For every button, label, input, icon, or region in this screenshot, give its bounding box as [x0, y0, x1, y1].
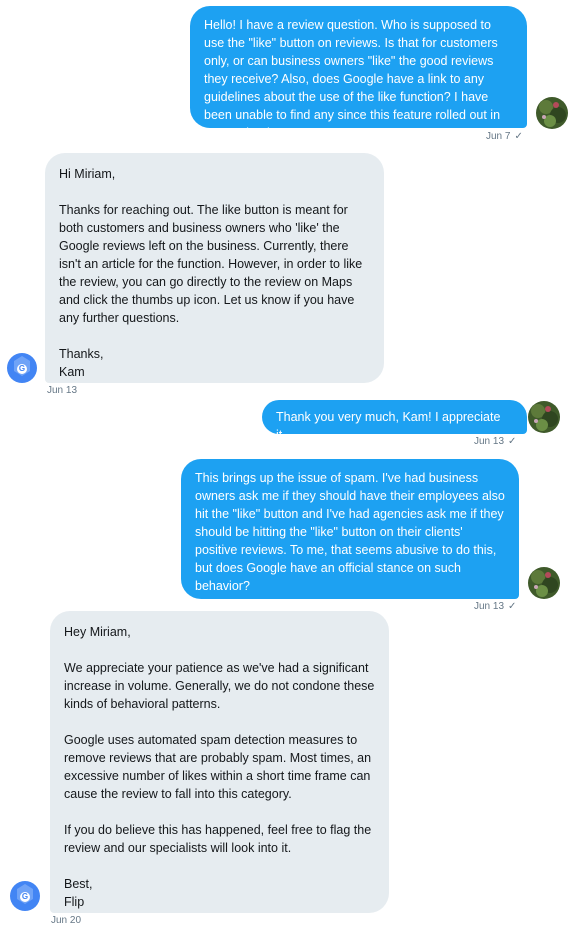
checkmark-icon: ✓	[508, 436, 517, 447]
message-bubble-sent[interactable]: This brings up the issue of spam. I've h…	[181, 459, 519, 599]
user-avatar[interactable]	[536, 97, 568, 129]
timestamp-text: Jun 7	[486, 131, 511, 142]
timestamp-text: Jun 13	[474, 601, 505, 612]
g-logo-icon: G	[20, 892, 30, 902]
message-timestamp: Jun 20	[51, 915, 81, 926]
user-avatar[interactable]	[528, 567, 560, 599]
timestamp-text: Jun 13	[474, 436, 505, 447]
timestamp-text: Jun 20	[51, 915, 82, 926]
google-avatar[interactable]: G	[10, 881, 40, 911]
message-timestamp: Jun 7 ✓	[486, 131, 523, 142]
message-timestamp: Jun 13 ✓	[474, 436, 516, 447]
message-timestamp: Jun 13 ✓	[474, 601, 516, 612]
message-bubble-sent[interactable]: Hello! I have a review question. Who is …	[190, 6, 527, 140]
user-avatar[interactable]	[528, 401, 560, 433]
checkmark-icon: ✓	[508, 601, 517, 612]
google-avatar[interactable]: G	[7, 353, 37, 383]
message-bubble-sent[interactable]: Thank you very much, Kam! I appreciate i…	[262, 400, 527, 442]
message-timestamp: Jun 13	[47, 385, 77, 396]
checkmark-icon: ✓	[514, 131, 523, 142]
g-logo-icon: G	[17, 364, 27, 374]
message-bubble-received[interactable]: Hi Miriam, Thanks for reaching out. The …	[45, 153, 384, 383]
timestamp-text: Jun 13	[47, 385, 78, 396]
message-bubble-received[interactable]: Hey Miriam, We appreciate your patience …	[50, 611, 389, 913]
